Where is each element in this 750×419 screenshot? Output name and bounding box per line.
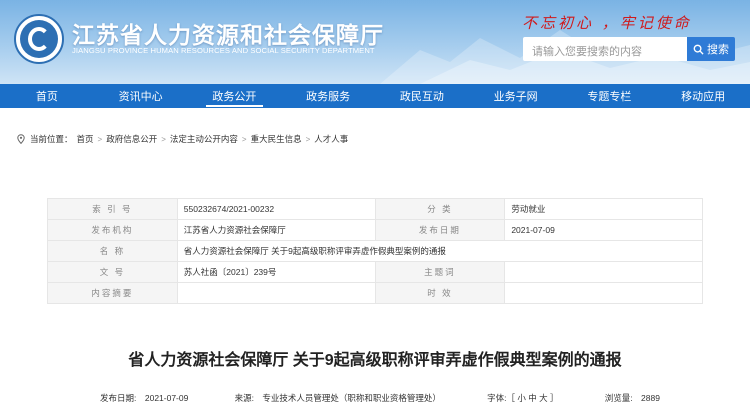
index-value: 550232674/2021-00232 — [176, 198, 376, 220]
table-row: 发布机构 江苏省人力资源社会保障厅 发布日期 2021-07-09 — [47, 219, 703, 241]
nav-item-mobile[interactable]: 移动应用 — [656, 84, 750, 108]
site-title: 江苏省人力资源和社会保障厅 — [72, 22, 384, 48]
table-row: 名 称 省人力资源社会保障厅 关于9起高级职称评审弄虚作假典型案例的通报 — [47, 240, 704, 262]
article-meta: 发布日期: 2021-07-09 来源: 专业技术人员管理处（职称和职业资格管理… — [100, 392, 660, 404]
breadcrumb-separator: > — [97, 134, 103, 144]
validity-label: 时 效 — [374, 282, 506, 304]
nav-item-gov-affairs-open[interactable]: 政务公开 — [188, 84, 282, 108]
nav-item-home[interactable]: 首页 — [0, 84, 94, 108]
meta-source: 来源: 专业技术人员管理处（职称和职业资格管理处） — [234, 393, 441, 403]
main-nav: 首页 资讯中心 政务公开 政务服务 政民互动 业务子网 专题专栏 移动应用 — [0, 84, 750, 108]
keywords-label: 主题词 — [374, 261, 506, 283]
breadcrumb-item-gov-info[interactable]: 政府信息公开 — [106, 133, 157, 145]
breadcrumb-item-livelihood[interactable]: 重大民生信息 — [251, 133, 302, 145]
nav-item-interaction[interactable]: 政民互动 — [375, 84, 469, 108]
date-value: 2021-07-09 — [504, 219, 703, 241]
site-subtitle: JIANGSU PROVINCE HUMAN RESOURCES AND SOC… — [72, 46, 375, 55]
org-value: 江苏省人力资源社会保障厅 — [176, 219, 376, 241]
table-row: 文 号 苏人社函〔2021〕239号 主题词 — [47, 261, 703, 283]
index-label: 索 引 号 — [47, 198, 178, 220]
breadcrumb-separator: > — [305, 134, 311, 144]
breadcrumb-item-home[interactable]: 首页 — [77, 133, 94, 145]
slogan: 不忘初心 ，牢记使命 — [522, 14, 692, 32]
docno-label: 文 号 — [47, 261, 178, 283]
search-input[interactable]: 请输入您要搜索的内容 — [523, 37, 687, 61]
breadcrumb-item-talent[interactable]: 人才人事 — [314, 133, 348, 145]
table-row: 索 引 号 550232674/2021-00232 分 类 劳动就业 — [47, 198, 703, 220]
site-logo[interactable] — [14, 14, 64, 64]
breadcrumb-item-statutory[interactable]: 法定主动公开内容 — [170, 133, 238, 145]
meta-views: 浏览量: 2889 — [604, 393, 660, 403]
breadcrumb-label: 当前位置： — [30, 134, 73, 144]
nav-item-gov-services[interactable]: 政务服务 — [281, 84, 375, 108]
summary-value — [176, 282, 376, 304]
docno-value: 苏人社函〔2021〕239号 — [176, 261, 376, 283]
font-size-selector[interactable]: 字体:［ 小 中 大 ］ — [487, 392, 558, 404]
validity-value — [504, 282, 703, 304]
location-pin-icon — [17, 134, 25, 144]
nav-item-news[interactable]: 资讯中心 — [94, 84, 188, 108]
keywords-value — [504, 261, 703, 283]
article-title: 省人力资源社会保障厅 关于9起高级职称评审弄虚作假典型案例的通报 — [128, 352, 622, 369]
nav-item-topics[interactable]: 专题专栏 — [563, 84, 657, 108]
site-header: 江苏省人力资源和社会保障厅 JIANGSU PROVINCE HUMAN RES… — [0, 0, 750, 84]
date-label: 发布日期 — [374, 219, 506, 241]
search-button[interactable]: 搜索 — [687, 37, 735, 61]
name-value: 省人力资源社会保障厅 关于9起高级职称评审弄虚作假典型案例的通报 — [176, 240, 704, 262]
meta-date: 发布日期: 2021-07-09 — [100, 393, 189, 403]
summary-label: 内容摘要 — [47, 282, 178, 304]
name-label: 名 称 — [47, 240, 178, 262]
breadcrumb: 当前位置： 首页 > 政府信息公开 > 法定主动公开内容 > 重大民生信息 > … — [16, 133, 348, 145]
category-label: 分 类 — [374, 198, 506, 220]
org-label: 发布机构 — [47, 219, 178, 241]
breadcrumb-separator: > — [241, 134, 247, 144]
category-value: 劳动就业 — [504, 198, 703, 220]
breadcrumb-separator: > — [161, 134, 166, 144]
table-row: 内容摘要 时 效 — [47, 282, 703, 304]
nav-item-business-subnet[interactable]: 业务子网 — [469, 84, 563, 108]
info-table: 索 引 号 550232674/2021-00232 分 类 劳动就业 发布机构… — [47, 198, 704, 304]
search-button-label: 搜索 — [707, 44, 729, 56]
search-icon — [693, 44, 704, 55]
